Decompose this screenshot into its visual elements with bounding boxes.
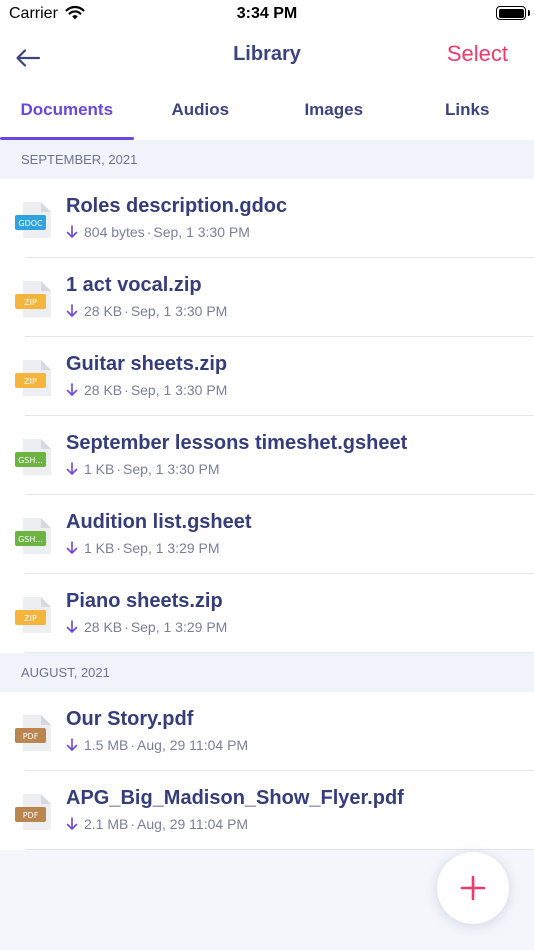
file-date: Aug, 29 11:04 PM bbox=[137, 737, 249, 753]
file-type-label: GDOC bbox=[18, 219, 43, 228]
separator-dot: · bbox=[124, 619, 129, 635]
file-name: September lessons timeshet.gsheet bbox=[66, 432, 408, 454]
status-bar: Carrier 3:34 PM bbox=[0, 0, 534, 30]
file-type-icon: ZIP bbox=[15, 281, 51, 317]
file-row[interactable]: PDF Our Story.pdf 1.5 MB · Aug, 29 11:04 PM bbox=[0, 692, 534, 771]
file-name: 1 act vocal.zip bbox=[66, 274, 202, 296]
file-row[interactable]: GSH... Audition list.gsheet 1 KB · Sep, 1 3:… bbox=[0, 495, 534, 574]
file-size: 28 KB bbox=[84, 303, 123, 319]
tab-links[interactable]: Links bbox=[401, 82, 534, 140]
file-size: 1.5 MB bbox=[84, 737, 129, 753]
file-size: 2.1 MB bbox=[84, 816, 129, 832]
file-row[interactable]: GSH... September lessons timeshet.gsheet 1… bbox=[0, 416, 534, 495]
file-date: Sep, 1 3:29 PM bbox=[130, 619, 228, 635]
plus-icon bbox=[460, 875, 486, 901]
file-type-label: ZIP bbox=[24, 298, 37, 307]
battery-tip bbox=[527, 10, 530, 16]
file-date: Sep, 1 3:29 PM bbox=[123, 540, 220, 556]
file-type-icon: ZIP bbox=[15, 597, 51, 633]
tab-audios[interactable]: Audios bbox=[134, 82, 268, 140]
file-row[interactable]: ZIP Guitar sheets.zip 28 KB · Sep, 1 3:30 PM bbox=[0, 337, 534, 416]
tab-images[interactable]: Images bbox=[267, 82, 401, 140]
file-type-label: ZIP bbox=[24, 377, 37, 386]
file-type-icon: GSH... bbox=[15, 518, 51, 554]
section-header: AUGUST, 2021 bbox=[0, 653, 534, 692]
file-row[interactable]: ZIP Piano sheets.zip 28 KB · Sep, 1 3:29 PM bbox=[0, 574, 534, 653]
file-type-icon: GSH... bbox=[15, 439, 51, 475]
file-size: 1 KB bbox=[84, 540, 115, 556]
file-meta: 28 KB · Sep, 1 3:29 PM bbox=[66, 619, 227, 635]
file-size: 1 KB bbox=[84, 461, 115, 477]
separator-dot: · bbox=[116, 461, 122, 477]
arrow-down-icon bbox=[66, 225, 78, 238]
file-row[interactable]: ZIP 1 act vocal.zip 28 KB · Sep, 1 3:30 PM bbox=[0, 258, 534, 337]
file-name: Roles description.gdoc bbox=[66, 195, 288, 217]
file-size: 28 KB bbox=[84, 382, 123, 398]
arrow-down-icon bbox=[66, 304, 78, 317]
file-name: APG_Big_Madison_Show_Flyer.pdf bbox=[66, 787, 404, 809]
file-type-label: PDF bbox=[23, 732, 39, 741]
file-name: Piano sheets.zip bbox=[66, 590, 223, 612]
file-type-icon: GDOC bbox=[15, 202, 51, 238]
file-name: Audition list.gsheet bbox=[66, 511, 252, 533]
file-date: Sep, 1 3:30 PM bbox=[130, 382, 228, 398]
file-size: 804 bytes bbox=[84, 224, 145, 240]
section-header: SEPTEMBER, 2021 bbox=[0, 140, 534, 179]
file-date: Sep, 1 3:30 PM bbox=[130, 303, 228, 319]
tab-bar: Documents Audios Images Links bbox=[0, 82, 534, 140]
status-time: 3:34 PM bbox=[236, 5, 298, 22]
file-meta: 804 bytes · Sep, 1 3:30 PM bbox=[66, 224, 250, 240]
arrow-down-icon bbox=[66, 383, 78, 396]
file-type-icon: ZIP bbox=[15, 360, 51, 396]
file-name: Our Story.pdf bbox=[66, 708, 194, 730]
separator-dot: · bbox=[130, 737, 136, 753]
select-button[interactable]: Select bbox=[447, 41, 508, 67]
file-size: 28 KB bbox=[84, 619, 123, 635]
separator-dot: · bbox=[116, 540, 122, 556]
separator-dot: · bbox=[146, 224, 152, 240]
nav-bar: Library Select bbox=[0, 30, 534, 82]
file-type-icon: PDF bbox=[15, 794, 51, 830]
file-row[interactable]: PDF APG_Big_Madison_Show_Flyer.pdf 2.1 MB ·… bbox=[0, 771, 534, 850]
file-meta: 2.1 MB · Aug, 29 11:04 PM bbox=[66, 816, 248, 832]
file-type-label: GSH... bbox=[18, 456, 43, 465]
row-divider bbox=[25, 849, 534, 850]
file-date: Sep, 1 3:30 PM bbox=[153, 224, 250, 240]
file-row[interactable]: GDOC Roles description.gdoc 804 bytes · Sep,… bbox=[0, 179, 534, 258]
file-type-label: ZIP bbox=[24, 614, 37, 623]
file-date: Sep, 1 3:30 PM bbox=[123, 461, 220, 477]
add-button[interactable] bbox=[437, 852, 509, 924]
file-meta: 28 KB · Sep, 1 3:30 PM bbox=[66, 303, 227, 319]
separator-dot: · bbox=[124, 382, 129, 398]
arrow-down-icon bbox=[66, 462, 78, 475]
file-type-label: PDF bbox=[23, 811, 39, 820]
arrow-down-icon bbox=[66, 620, 78, 633]
file-meta: 1 KB · Sep, 1 3:30 PM bbox=[66, 461, 220, 477]
separator-dot: · bbox=[130, 816, 136, 832]
arrow-down-icon bbox=[66, 817, 78, 830]
arrow-down-icon bbox=[66, 738, 78, 751]
file-name: Guitar sheets.zip bbox=[66, 353, 228, 375]
file-meta: 1 KB · Sep, 1 3:29 PM bbox=[66, 540, 220, 556]
battery-icon bbox=[496, 6, 526, 20]
arrow-down-icon bbox=[66, 541, 78, 554]
file-meta: 1.5 MB · Aug, 29 11:04 PM bbox=[66, 737, 248, 753]
file-type-label: GSH... bbox=[18, 535, 43, 544]
separator-dot: · bbox=[124, 303, 129, 319]
file-meta: 28 KB · Sep, 1 3:30 PM bbox=[66, 382, 227, 398]
file-type-icon: PDF bbox=[15, 715, 51, 751]
back-button[interactable] bbox=[10, 40, 46, 76]
tab-documents[interactable]: Documents bbox=[0, 82, 134, 140]
file-date: Aug, 29 11:04 PM bbox=[137, 816, 249, 832]
arrow-left-icon bbox=[16, 49, 41, 67]
